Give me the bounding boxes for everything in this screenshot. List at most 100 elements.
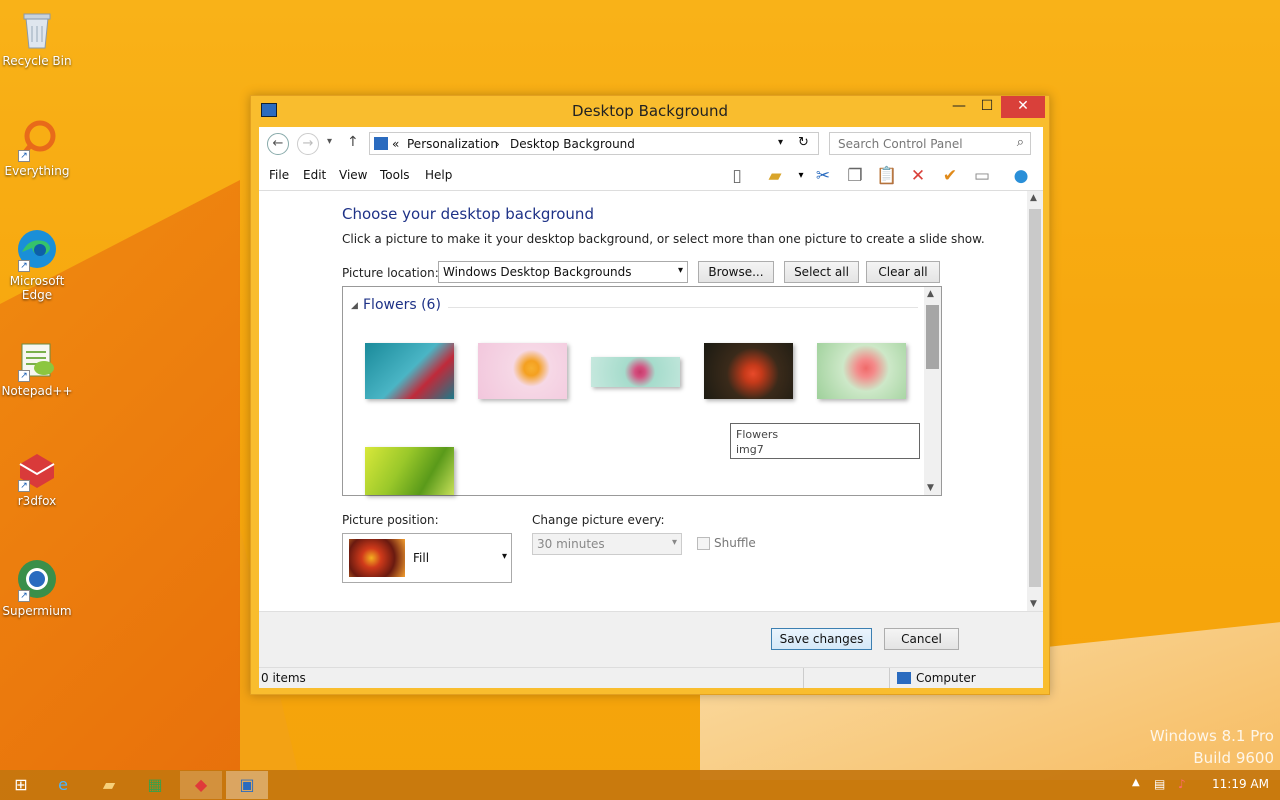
shuffle-label: Shuffle <box>714 536 756 550</box>
desktop-icon-edge[interactable]: ↗ Microsoft Edge <box>0 228 74 302</box>
shuffle-checkbox[interactable] <box>697 537 710 550</box>
save-changes-button[interactable]: Save changes <box>771 628 872 650</box>
shortcut-arrow-icon: ↗ <box>18 480 30 492</box>
up-arrow-icon[interactable]: ↑ <box>347 134 359 150</box>
volume-muted-icon[interactable]: ♪ <box>1178 777 1186 791</box>
window-title: Desktop Background <box>571 102 729 120</box>
content-scrollbar[interactable]: ▲ ▼ <box>1027 191 1043 611</box>
taskbar-r3dfox-icon[interactable]: ◆ <box>180 771 222 799</box>
chevron-down-icon: ▾ <box>501 551 507 562</box>
refresh-icon[interactable]: ↻ <box>798 135 809 150</box>
network-icon[interactable]: ▤ <box>1154 777 1165 791</box>
menu-view[interactable]: View <box>339 168 367 182</box>
minimize-button[interactable]: — <box>945 96 973 118</box>
globe-icon[interactable]: ● <box>1009 165 1033 187</box>
breadcrumb-desktop-background[interactable]: Desktop Background <box>510 137 635 151</box>
change-picture-select[interactable]: 30 minutes ▾ <box>532 533 682 555</box>
thumbnail-flower-4[interactable] <box>704 343 793 399</box>
thumbnail-flower-5[interactable] <box>817 343 906 399</box>
desktop-icon-everything[interactable]: ↗ Everything <box>0 118 74 178</box>
desktop-icon-r3dfox[interactable]: ↗ r3dfox <box>0 448 74 508</box>
picture-location-value: Windows Desktop Backgrounds <box>443 265 632 279</box>
start-button[interactable]: ⊞ <box>0 771 42 799</box>
delete-icon[interactable]: ✕ <box>906 165 930 187</box>
picture-position-label: Picture position: <box>342 513 439 527</box>
show-hidden-icons[interactable]: ▲ <box>1132 777 1140 788</box>
picture-position-value: Fill <box>413 551 430 565</box>
gallery-scroll-thumb[interactable] <box>926 305 939 369</box>
scroll-down-arrow-icon[interactable]: ▼ <box>927 483 934 493</box>
menu-edit[interactable]: Edit <box>303 168 326 182</box>
search-icon[interactable]: ⌕ <box>1017 135 1024 150</box>
menu-tools[interactable]: Tools <box>380 168 410 182</box>
back-button[interactable]: ← <box>267 133 289 155</box>
supermium-icon: ↗ <box>16 558 58 602</box>
taskbar-control-panel-icon[interactable]: ▣ <box>226 771 268 799</box>
picture-location-label: Picture location: <box>342 266 439 280</box>
windows-watermark: Windows 8.1 Pro Build 9600 <box>1150 725 1274 769</box>
desktop-background-window: Desktop Background — ☐ ✕ ← → ▾ ↑ « Perso… <box>250 95 1050 695</box>
scroll-up-arrow-icon[interactable]: ▲ <box>927 289 934 299</box>
properties-dropdown-icon[interactable]: ▾ <box>789 165 813 187</box>
address-bar: ← → ▾ ↑ « Personalization › Desktop Back… <box>259 127 1043 161</box>
status-divider <box>803 668 804 688</box>
address-dropdown-icon[interactable]: ▾ <box>778 137 783 148</box>
taskbar: ⊞ e ▰ ▦ ◆ ▣ ▲ ▤ ♪ 11:19 AM <box>0 770 1280 800</box>
menu-file[interactable]: File <box>269 168 289 182</box>
properties-folder-icon[interactable]: ▰ <box>763 165 787 187</box>
chevron-down-icon: ▾ <box>677 265 683 276</box>
notepad-plus-plus-icon: ↗ <box>16 338 58 382</box>
browse-button[interactable]: Browse... <box>698 261 774 283</box>
paste-icon[interactable]: 📋 <box>875 165 899 187</box>
maximize-button[interactable]: ☐ <box>973 96 1001 118</box>
apply-checkmark-icon[interactable]: ✔ <box>938 165 962 187</box>
shortcut-arrow-icon: ↗ <box>18 260 30 272</box>
picture-gallery[interactable]: ◢ Flowers (6) Flowers img7 ▲ ▼ <box>342 286 942 496</box>
forward-button[interactable]: → <box>297 133 319 155</box>
menu-help[interactable]: Help <box>425 168 452 182</box>
cancel-button[interactable]: Cancel <box>884 628 959 650</box>
breadcrumb-personalization[interactable]: Personalization <box>407 137 498 151</box>
taskbar-excel-icon[interactable]: ▦ <box>134 771 176 799</box>
desktop-icon-label: Microsoft Edge <box>9 274 65 302</box>
close-button[interactable]: ✕ <box>1001 96 1045 118</box>
chevron-down-icon: ▾ <box>671 537 677 548</box>
collapse-group-icon[interactable]: ◢ <box>351 301 358 311</box>
thumbnail-flower-1[interactable] <box>365 343 454 399</box>
r3dfox-icon: ↗ <box>16 448 58 492</box>
desktop-icon-notepad-plus-plus[interactable]: ↗ Notepad++ <box>0 338 74 398</box>
rename-icon[interactable]: ▭ <box>970 165 994 187</box>
position-preview-image <box>349 539 405 577</box>
thumbnail-flower-3[interactable] <box>591 357 680 387</box>
scroll-down-arrow-icon[interactable]: ▼ <box>1030 599 1037 609</box>
scroll-up-arrow-icon[interactable]: ▲ <box>1030 193 1037 203</box>
select-all-button[interactable]: Select all <box>784 261 859 283</box>
address-overflow[interactable]: « <box>392 137 399 151</box>
thumbnail-flower-6[interactable] <box>365 447 454 495</box>
search-input[interactable]: Search Control Panel ⌕ <box>829 132 1031 155</box>
layout-pane-icon[interactable]: ▯ <box>725 165 749 187</box>
desktop-icon-recycle-bin[interactable]: Recycle Bin <box>0 8 74 68</box>
shortcut-arrow-icon: ↗ <box>18 590 30 602</box>
group-header-flowers[interactable]: Flowers (6) <box>363 297 441 313</box>
desktop-icon-supermium[interactable]: ↗ Supermium <box>0 558 74 618</box>
taskbar-clock[interactable]: 11:19 AM <box>1212 777 1269 791</box>
search-placeholder: Search Control Panel <box>838 137 963 151</box>
recent-locations-dropdown[interactable]: ▾ <box>327 136 332 147</box>
thumbnail-flower-2[interactable] <box>478 343 567 399</box>
menu-bar: File Edit View Tools Help ▯ ▰ ▾ ✂ ❐ 📋 ✕ … <box>259 161 1043 191</box>
main-content: Choose your desktop background Click a p… <box>259 191 1043 611</box>
gallery-scrollbar[interactable]: ▲ ▼ <box>924 287 941 495</box>
copy-icon[interactable]: ❐ <box>843 165 867 187</box>
taskbar-file-explorer-icon[interactable]: ▰ <box>88 771 130 799</box>
picture-position-select[interactable]: Fill ▾ <box>342 533 512 583</box>
address-path[interactable]: « Personalization › Desktop Background ▾… <box>369 132 819 155</box>
title-bar[interactable]: Desktop Background — ☐ ✕ <box>251 96 1049 126</box>
tooltip-filename: img7 <box>736 443 764 456</box>
cut-icon[interactable]: ✂ <box>811 165 835 187</box>
content-scroll-thumb[interactable] <box>1029 209 1041 587</box>
picture-location-select[interactable]: Windows Desktop Backgrounds ▾ <box>438 261 688 283</box>
taskbar-internet-explorer-icon[interactable]: e <box>42 771 84 799</box>
clear-all-button[interactable]: Clear all <box>866 261 940 283</box>
desktop-icon-label: r3dfox <box>17 494 57 508</box>
